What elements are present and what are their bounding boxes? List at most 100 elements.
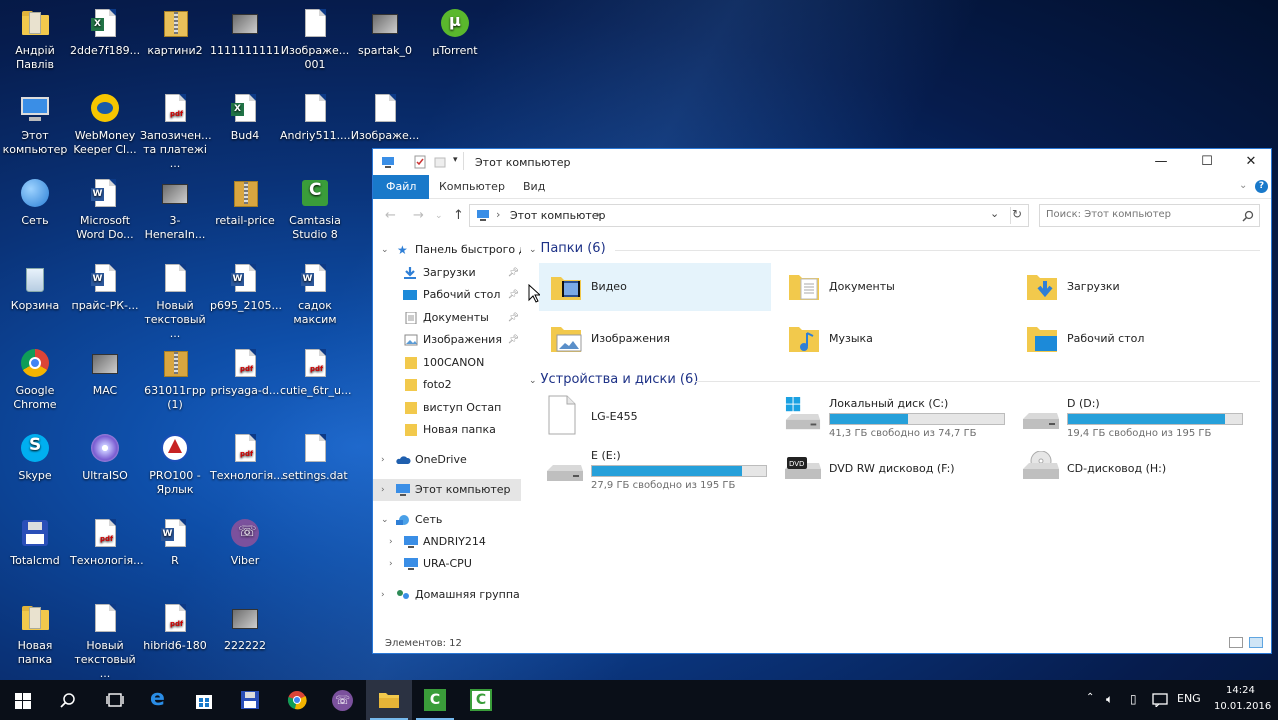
start-button[interactable]: [0, 680, 46, 720]
nav-quick-access[interactable]: ⌄ ★ Панель быстрого дс: [373, 239, 521, 261]
file-explorer-window[interactable]: ▾ Этот компьютер — ☐ ✕ Файл Компьютер Ви…: [372, 148, 1272, 654]
back-arrow-icon[interactable]: ←: [385, 208, 396, 223]
desktop-icon-item[interactable]: Изображе...: [350, 93, 420, 143]
desktop-icon-item[interactable]: pdf hibrid6-180: [140, 603, 210, 653]
chevron-down-icon[interactable]: ⌄: [381, 239, 389, 261]
pin-icon[interactable]: 📌︎: [508, 307, 519, 329]
desktop-icon-item[interactable]: WR: [140, 518, 210, 568]
search-input[interactable]: [1046, 209, 1236, 220]
desktop-icon-item[interactable]: pdf Технологія...: [70, 518, 144, 568]
chevron-right-icon[interactable]: ›: [381, 584, 385, 606]
device-tile-drive-d[interactable]: D (D:) 19,4 ГБ свободно из 195 ГБ: [1015, 393, 1247, 441]
desktop-icon-item[interactable]: Корзина: [0, 263, 70, 313]
task-view-button[interactable]: [92, 680, 138, 720]
nav-this-pc[interactable]: › Этот компьютер: [373, 479, 521, 501]
pin-icon[interactable]: 📌︎: [508, 262, 519, 284]
devices-group-header[interactable]: ⌄ Устройства и диски (6): [529, 372, 698, 387]
large-icons-view-icon[interactable]: [1249, 637, 1263, 648]
clock-date[interactable]: 10.01.2016: [1214, 701, 1271, 712]
desktop-icon-item[interactable]: C Camtasia Studio 8: [280, 178, 350, 242]
address-dropdown-icon[interactable]: ⌄: [990, 207, 999, 220]
desktop-icon-item[interactable]: MAC: [70, 348, 140, 398]
desktop-icon-item[interactable]: X Bud4: [210, 93, 280, 143]
desktop-icon-item[interactable]: pdf Технологія...: [210, 433, 284, 483]
pin-icon[interactable]: 📌︎: [508, 284, 519, 306]
nav-network-computer[interactable]: › ANDRIY214: [373, 531, 521, 553]
folder-tile-downloads[interactable]: Загрузки: [1015, 263, 1247, 311]
desktop-icon-item[interactable]: 222222: [210, 603, 280, 653]
nav-desktop[interactable]: Рабочий стол 📌︎: [373, 284, 521, 306]
desktop-icon-item[interactable]: Андрій Павлів: [0, 8, 70, 72]
taskbar-camtasia[interactable]: C: [412, 680, 458, 720]
chevron-right-icon[interactable]: ›: [381, 449, 385, 471]
nav-folder[interactable]: Новая папка: [373, 419, 521, 441]
tab-computer[interactable]: Компьютер: [426, 175, 518, 199]
breadcrumb[interactable]: Этот компьютер: [510, 209, 606, 222]
desktop-icon-item[interactable]: Сеть: [0, 178, 70, 228]
taskbar-chrome[interactable]: [274, 680, 320, 720]
quick-access-dropdown-icon[interactable]: ▾: [453, 155, 458, 165]
search-box[interactable]: [1039, 204, 1260, 227]
nav-folder[interactable]: foto2: [373, 374, 521, 396]
desktop-icon-item[interactable]: Новый текстовый ...: [70, 603, 140, 681]
nav-downloads[interactable]: Загрузки 📌︎: [373, 262, 521, 284]
recent-dropdown-icon[interactable]: ⌄: [435, 211, 443, 221]
nav-pictures[interactable]: Изображения 📌︎: [373, 329, 521, 351]
desktop-icon-item[interactable]: pdf prisyaga-d...: [210, 348, 280, 398]
properties-icon[interactable]: [413, 155, 427, 169]
ribbon-expand-icon[interactable]: ⌄: [1239, 180, 1247, 191]
forward-arrow-icon[interactable]: →: [413, 208, 424, 223]
folders-group-header[interactable]: ⌄ Папки (6): [529, 241, 606, 256]
nav-documents[interactable]: Документы 📌︎: [373, 307, 521, 329]
taskbar-camtasia-recorder[interactable]: C: [458, 680, 504, 720]
device-tile-cd[interactable]: CD-дисковод (H:): [1015, 445, 1247, 493]
desktop-icon-item[interactable]: pdf Запозичен... та платежі ...: [140, 93, 212, 171]
desktop-icon-item[interactable]: PRO100 - Ярлык: [140, 433, 210, 497]
taskbar-store[interactable]: [182, 680, 228, 720]
taskbar-edge[interactable]: e: [138, 680, 184, 720]
desktop-icon-item[interactable]: X 2dde7f189...: [70, 8, 140, 58]
nav-folder[interactable]: 100CANON: [373, 352, 521, 374]
nav-onedrive[interactable]: › OneDrive: [373, 449, 521, 471]
search-icon[interactable]: [1242, 210, 1254, 222]
nav-homegroup[interactable]: › Домашняя группа: [373, 584, 521, 606]
desktop-icon-item[interactable]: W Microsoft Word Do...: [70, 178, 140, 242]
desktop-icon-item[interactable]: Wp695_2105...: [210, 263, 282, 313]
folder-tile-video[interactable]: Видео: [539, 263, 771, 311]
folder-tile-documents[interactable]: Документы: [777, 263, 1009, 311]
desktop-icon-item[interactable]: Новый текстовый ...: [140, 263, 210, 341]
help-icon[interactable]: ?: [1255, 180, 1268, 193]
desktop-icon-item[interactable]: ☏ Viber: [210, 518, 280, 568]
device-tile-drive-c[interactable]: Локальный диск (C:) 41,3 ГБ свободно из …: [777, 393, 1009, 441]
folder-tile-pictures[interactable]: Изображения: [539, 315, 771, 363]
chevron-right-icon[interactable]: ›: [381, 479, 385, 501]
chevron-right-icon[interactable]: ›: [389, 531, 393, 553]
desktop-icon-item[interactable]: spartak_0: [350, 8, 420, 58]
taskbar-totalcmd[interactable]: [228, 680, 274, 720]
nav-folder[interactable]: виступ Остап: [373, 397, 521, 419]
chevron-down-icon[interactable]: ⌄: [381, 509, 389, 531]
desktop-icon-item[interactable]: Этот компьютер: [0, 93, 70, 157]
desktop-icon-item[interactable]: Totalcmd: [0, 518, 70, 568]
desktop-icon-item[interactable]: S Skype: [0, 433, 70, 483]
desktop-icon-item[interactable]: 3-HeneraIn...: [140, 178, 210, 242]
network-status-icon[interactable]: ▯: [1130, 692, 1137, 706]
tab-file[interactable]: Файл: [373, 175, 430, 199]
maximize-button[interactable]: ☐: [1185, 149, 1229, 175]
desktop-icon-item[interactable]: Wсадок максим: [280, 263, 350, 327]
desktop-icon-item[interactable]: WebMoney Keeper Cl...: [70, 93, 140, 157]
desktop-icon-item[interactable]: settings.dat: [280, 433, 350, 483]
desktop-icon-item[interactable]: Google Chrome: [0, 348, 70, 412]
desktop-icon-item[interactable]: Andriy511....: [280, 93, 351, 143]
device-tile-drive-e[interactable]: E (E:) 27,9 ГБ свободно из 195 ГБ: [539, 445, 771, 493]
minimize-button[interactable]: —: [1139, 149, 1183, 175]
desktop-icon-item[interactable]: pdf cutie_6tr_u...: [280, 348, 351, 398]
chevron-down-icon[interactable]: ⌄: [529, 245, 537, 255]
desktop-icon-item[interactable]: µ µTorrent: [420, 8, 490, 58]
pin-icon[interactable]: 📌︎: [508, 329, 519, 351]
device-tile-phone[interactable]: LG-E455: [539, 393, 771, 441]
folder-tile-desktop[interactable]: Рабочий стол: [1015, 315, 1247, 363]
desktop-icon-item[interactable]: 1111111111: [210, 8, 280, 58]
clock-time[interactable]: 14:24: [1226, 685, 1255, 696]
search-button[interactable]: [46, 680, 92, 720]
